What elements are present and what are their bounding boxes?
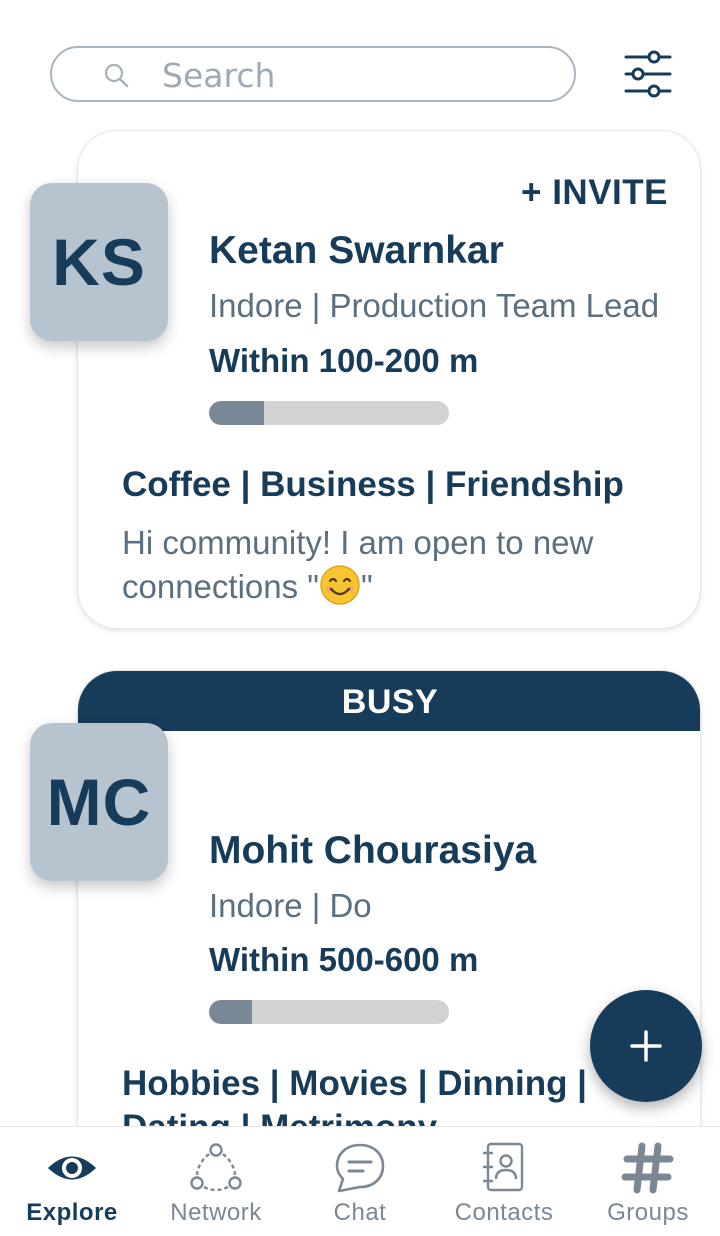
profile-subtitle: Indore | Do (209, 887, 372, 924)
plus-icon (630, 1030, 662, 1062)
profile-distance: Within 500-600 m (209, 941, 479, 978)
bottom-navigation: Explore Network Chat Contacts Groups (0, 1126, 720, 1236)
avatar[interactable]: MC (30, 723, 168, 881)
avatar[interactable]: KS (30, 183, 168, 341)
profile-name: Mohit Chourasiya (209, 829, 537, 872)
proximity-bar-fill (209, 401, 265, 425)
profile-interests: Coffee | Business | Friendship (122, 465, 624, 504)
search-icon (104, 63, 129, 88)
profile-distance: Within 100-200 m (209, 342, 479, 379)
profile-interests: Hobbies | Movies | Dinning | (122, 1064, 587, 1103)
nav-explore[interactable]: Explore (0, 1127, 144, 1236)
nav-chat[interactable]: Chat (288, 1127, 432, 1236)
nav-groups[interactable]: Groups (576, 1127, 720, 1236)
search-bar[interactable] (50, 46, 576, 102)
profile-about: Hi community! I am open to new connectio… (122, 522, 682, 608)
nav-label: Chat (333, 1199, 387, 1226)
chat-icon (335, 1143, 385, 1193)
network-icon (190, 1143, 242, 1192)
nav-network[interactable]: Network (144, 1127, 288, 1236)
hashtag-icon (621, 1142, 674, 1194)
profile-name: Ketan Swarnkar (209, 229, 504, 272)
eye-icon (48, 1156, 96, 1180)
status-badge: BUSY (78, 671, 700, 731)
smiling-face-emoji-icon (320, 565, 360, 605)
proximity-bar (209, 401, 449, 425)
search-input[interactable] (162, 54, 562, 96)
proximity-bar (209, 1000, 449, 1024)
invite-button[interactable]: + INVITE (521, 173, 668, 213)
profile-subtitle: Indore | Production Team Lead (209, 287, 660, 324)
nav-label: Explore (26, 1199, 118, 1226)
nav-label: Network (170, 1199, 262, 1226)
nav-label: Contacts (454, 1199, 554, 1226)
profile-card[interactable]: + INVITE Ketan Swarnkar Indore | Product… (77, 130, 701, 629)
contacts-icon (482, 1142, 524, 1192)
proximity-bar-fill (209, 1000, 253, 1024)
nav-label: Groups (607, 1199, 689, 1226)
nav-contacts[interactable]: Contacts (432, 1127, 576, 1236)
explore-screen: + INVITE Ketan Swarnkar Indore | Product… (0, 0, 720, 1236)
add-button[interactable] (590, 990, 702, 1102)
sliders-icon[interactable] (622, 48, 674, 100)
about-text-end: " (361, 568, 373, 605)
